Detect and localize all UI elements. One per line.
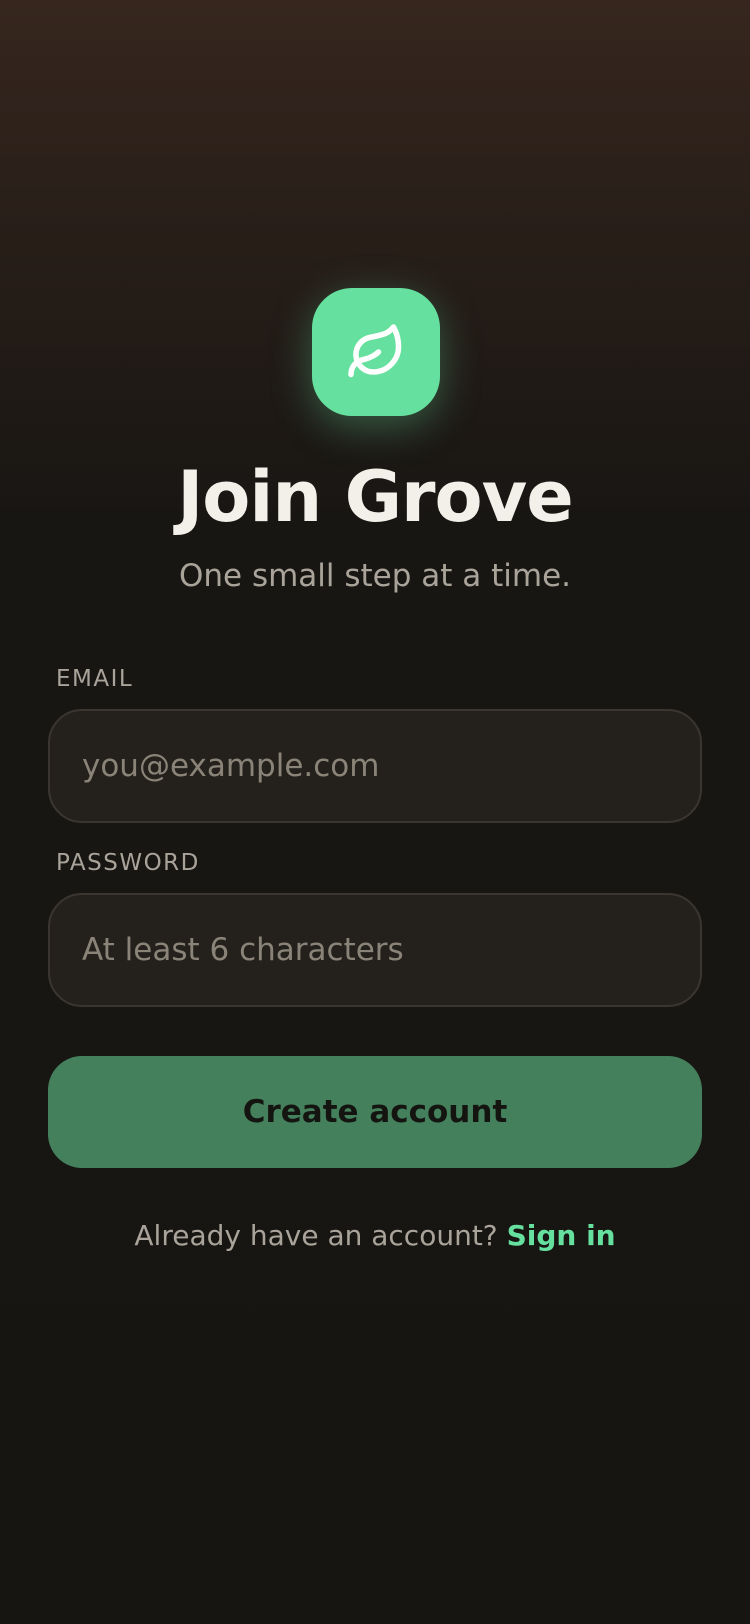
create-account-button[interactable]: Create account (48, 1056, 702, 1168)
signin-prompt-text: Already have an account? (134, 1219, 498, 1252)
signin-prompt-row: Already have an account? Sign in (0, 1216, 750, 1256)
password-label: PASSWORD (56, 850, 200, 876)
email-label: EMAIL (56, 666, 134, 692)
sign-in-link[interactable]: Sign in (507, 1219, 616, 1252)
email-input[interactable] (48, 709, 702, 823)
page-subtitle: One small step at a time. (178, 558, 572, 594)
leaf-icon (348, 324, 402, 378)
password-input[interactable] (48, 893, 702, 1007)
app-logo (312, 288, 440, 416)
signup-screen: Join Grove One small step at a time. EMA… (0, 0, 750, 1624)
page-title: Join Grove (177, 456, 574, 538)
